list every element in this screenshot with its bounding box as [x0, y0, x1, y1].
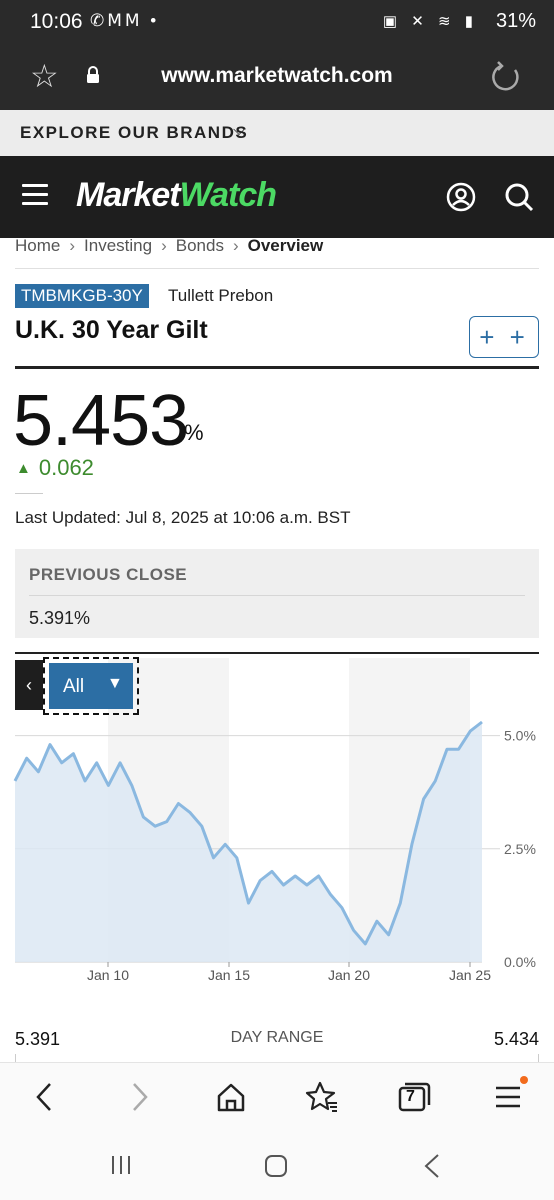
last-updated: Last Updated: Jul 8, 2025 at 10:06 a.m. … — [15, 508, 351, 527]
chart-back-button[interactable]: ‹ — [15, 660, 43, 710]
system-icons: ▣ ✕ ≋ ▮ — [382, 13, 478, 30]
recent-apps-icon[interactable] — [110, 1154, 132, 1176]
notification-icons: ✆ⅯⅯ • — [90, 11, 160, 30]
day-range-bar — [15, 1054, 539, 1062]
site-header: MarketWatch — [0, 156, 554, 238]
current-price: 5.453 — [13, 381, 189, 461]
browser-toolbar: 7 — [0, 1062, 554, 1132]
y-tick-label: 0.0% — [504, 954, 536, 970]
instrument-title: U.K. 30 Year Gilt — [15, 316, 208, 344]
hamburger-menu-icon[interactable] — [22, 184, 48, 206]
status-time: 10:06 — [30, 10, 83, 33]
x-tick-label: Jan 25 — [449, 967, 491, 983]
forward-icon[interactable] — [121, 1079, 157, 1115]
y-tick-label: 5.0% — [504, 728, 536, 744]
up-triangle-icon: ▲ — [16, 460, 31, 477]
divider — [15, 493, 43, 494]
chevron-down-icon: ⌵ — [233, 122, 246, 139]
system-nav-bar — [0, 1132, 554, 1200]
x-tick-label: Jan 10 — [87, 967, 129, 983]
tab-count: 7 — [406, 1088, 415, 1105]
day-range-label: DAY RANGE — [230, 1029, 324, 1046]
home-icon[interactable] — [213, 1079, 249, 1115]
previous-close-label: PREVIOUS CLOSE — [29, 565, 188, 584]
previous-close-panel: PREVIOUS CLOSE 5.391% — [15, 549, 539, 638]
y-tick-label: 2.5% — [504, 841, 536, 857]
search-icon[interactable] — [504, 182, 534, 212]
exchange-name: Tullett Prebon — [168, 286, 274, 305]
breadcrumb-overview: Overview — [247, 236, 324, 255]
home-button-icon[interactable] — [264, 1154, 288, 1178]
battery-level: 31% — [495, 10, 536, 32]
breadcrumb-home[interactable]: Home — [15, 236, 60, 256]
breadcrumb-bonds[interactable]: Bonds — [176, 236, 224, 256]
menu-icon[interactable] — [490, 1079, 526, 1115]
system-back-icon[interactable] — [420, 1152, 444, 1180]
breadcrumb-separator: › — [69, 236, 76, 255]
price-change: ▲ 0.062 — [16, 455, 94, 481]
notification-dot — [520, 1076, 528, 1084]
x-tick-label: Jan 15 — [208, 967, 250, 983]
ticker-badge: TMBMKGB-30Y — [15, 284, 149, 308]
previous-close-value: 5.391% — [29, 608, 91, 628]
divider — [15, 366, 539, 369]
price-chart: 5.0% 2.5% 0.0% Jan 10 Jan 15 Jan 20 Jan 25 ‹ A… — [0, 654, 554, 994]
url-text[interactable]: www.marketwatch.com — [0, 64, 554, 88]
status-bar: 10:06 ✆ⅯⅯ • ▣ ✕ ≋ ▮ 31% — [0, 0, 554, 46]
add-to-watchlist-button[interactable]: + + — [469, 316, 539, 358]
marketwatch-logo[interactable]: MarketWatch — [76, 176, 277, 215]
explore-brands-bar[interactable]: EXPLORE OUR BRANDS ⌵ — [0, 110, 554, 156]
divider — [29, 595, 525, 596]
breadcrumb-investing[interactable]: Investing — [84, 236, 152, 256]
browser-url-bar: ☆ www.marketwatch.com — [0, 46, 554, 110]
range-select-value: All — [63, 676, 85, 697]
caret-down-icon: ▼ — [107, 675, 123, 692]
price-unit: % — [184, 420, 204, 445]
x-tick-label: Jan 20 — [328, 967, 370, 983]
bookmarks-icon[interactable] — [304, 1079, 340, 1115]
account-icon[interactable] — [446, 182, 476, 212]
price-change-value: 0.062 — [38, 455, 94, 480]
breadcrumb-separator: › — [161, 236, 167, 255]
range-select-focus: All ▼ — [43, 657, 139, 715]
day-range-high: 5.434 — [493, 1029, 539, 1049]
breadcrumb-separator: › — [232, 236, 239, 255]
reload-icon[interactable] — [486, 58, 524, 96]
range-select[interactable]: All ▼ — [49, 663, 133, 709]
breadcrumb: Home › Investing › Bonds › Overview — [15, 236, 539, 269]
explore-brands-label: EXPLORE OUR BRANDS — [20, 123, 249, 142]
back-icon[interactable] — [27, 1079, 63, 1115]
